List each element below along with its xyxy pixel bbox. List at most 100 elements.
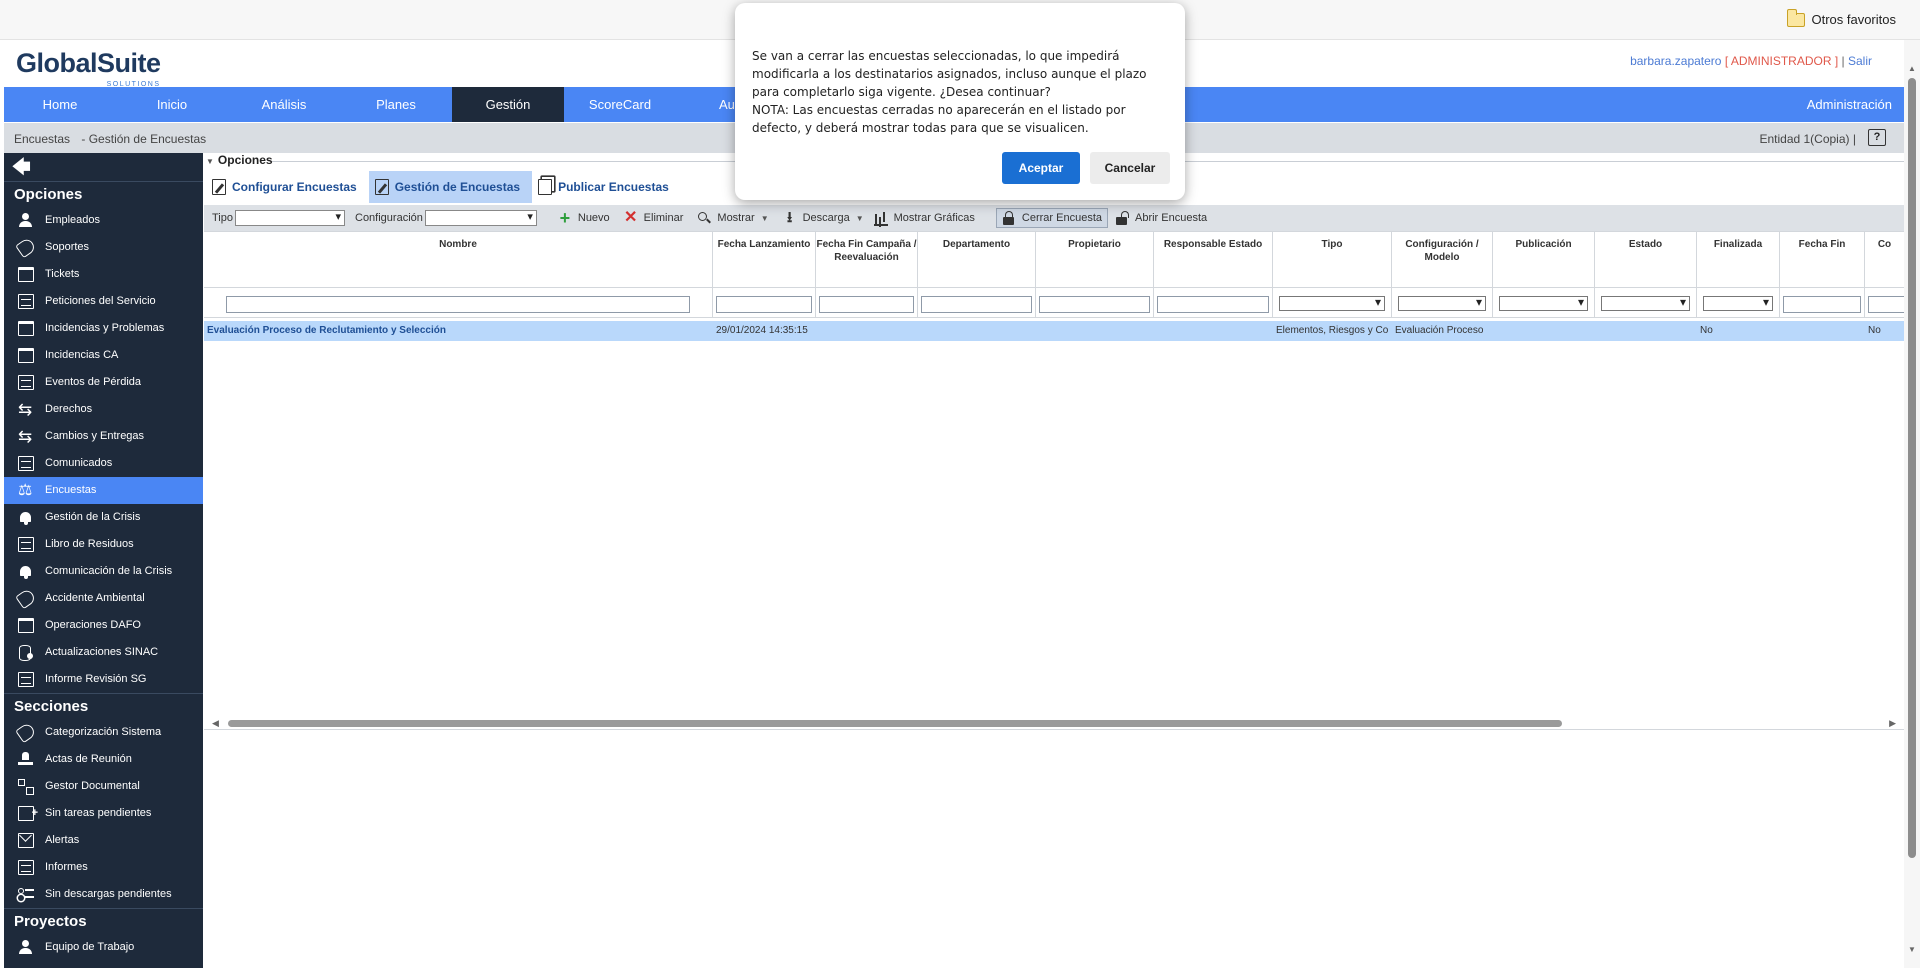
sidebar-item-informes[interactable]: Informes [4,854,203,881]
nav-home[interactable]: Home [4,87,116,122]
sidebar-item-categorizacion[interactable]: Categorización Sistema [4,719,203,746]
filter-fecha-lanzamiento-input[interactable] [716,296,812,313]
sidebar-item-empleados[interactable]: Empleados [4,207,203,234]
filter-configuracion-select[interactable] [1398,295,1486,311]
filter-fecha-fin-campana-input[interactable] [819,296,914,313]
nav-administracion[interactable]: Administración [1807,87,1892,122]
nav-gestion[interactable]: Gestión [452,87,564,122]
close-survey-button[interactable]: Cerrar Encuesta [995,208,1108,228]
filter-departamento-input[interactable] [921,296,1032,313]
download-button[interactable]: Descarga ▼ [780,208,867,228]
sidebar-item-peticiones[interactable]: Peticiones del Servicio [4,288,203,315]
column-header[interactable]: Finalizada [1697,232,1780,287]
table-row[interactable]: Evaluación Proceso de Reclutamiento y Se… [204,321,1904,341]
show-charts-button[interactable]: Mostrar Gráficas [871,208,978,228]
sidebar-item-comunicados[interactable]: Comunicados [4,450,203,477]
filter-estado-select[interactable] [1601,295,1690,311]
scroll-thumb[interactable] [1908,78,1916,858]
nav-planes[interactable]: Planes [340,87,452,122]
sidebar-item-accidente-ambiental[interactable]: Accidente Ambiental [4,585,203,612]
file-plus-icon [18,800,38,827]
new-button[interactable]: + Nuevo [555,208,613,228]
tab-gestion-encuestas[interactable]: Gestión de Encuestas [368,171,533,203]
filter-co-input[interactable] [1868,296,1908,313]
sidebar-item-gestion-crisis[interactable]: Gestión de la Crisis [4,504,203,531]
sidebar-item-descargas[interactable]: Sin descargas pendientes [4,881,203,908]
cancel-button[interactable]: Cancelar [1090,152,1170,184]
filter-publicacion-select[interactable] [1499,295,1588,311]
sidebar-item-equipo-trabajo[interactable]: Equipo de Trabajo [4,934,203,961]
nav-scorecard[interactable]: ScoreCard [564,87,676,122]
column-header[interactable]: Fecha Lanzamiento [713,232,816,287]
horizontal-scrollbar[interactable]: ◀ ▶ [204,716,1904,730]
logout-link[interactable]: Salir [1848,54,1872,68]
tipo-select[interactable] [235,210,345,226]
back-arrow-icon[interactable]: 🡄 [4,153,203,181]
sidebar-item-encuestas[interactable]: Encuestas [4,477,203,504]
accept-button[interactable]: Aceptar [1002,152,1080,184]
scroll-left-icon[interactable]: ◀ [212,718,219,729]
sidebar-item-derechos[interactable]: Derechos [4,396,203,423]
column-header[interactable]: Estado [1595,232,1697,287]
scroll-thumb[interactable] [228,720,1562,727]
nav-inicio[interactable]: Inicio [116,87,228,122]
column-header[interactable]: Nombre [204,232,713,287]
sidebar-item-gestor-documental[interactable]: Gestor Documental [4,773,203,800]
vertical-scrollbar[interactable]: ▲ ▼ [1904,40,1920,968]
sidebar-item-informe-revision[interactable]: Informe Revisión SG [4,666,203,693]
help-icon[interactable]: ? [1868,129,1886,146]
entity-selector[interactable]: Entidad 1(Copia) | [1759,132,1856,146]
sidebar-item-eventos-perdida[interactable]: Eventos de Pérdida [4,369,203,396]
favorites-folder[interactable]: Otros favoritos [1786,8,1896,27]
configuracion-select[interactable] [424,210,537,226]
tab-configurar-encuestas[interactable]: Configurar Encuestas [206,171,369,203]
breadcrumb-item[interactable]: Encuestas [14,132,70,146]
mail-icon [18,833,34,848]
options-group-title[interactable]: ▼ Opciones [206,153,273,167]
sidebar-item-comunicacion-crisis[interactable]: Comunicación de la Crisis [4,558,203,585]
column-header[interactable]: Configuración / Modelo [1392,232,1493,287]
column-header[interactable]: Departamento [918,232,1036,287]
tab-label: Gestión de Encuestas [394,180,521,194]
column-header[interactable]: Propietario [1036,232,1154,287]
scroll-right-icon[interactable]: ▶ [1889,718,1896,729]
logo[interactable]: GlobalSuite SOLUTIONS [16,48,161,88]
sidebar-item-actas[interactable]: Actas de Reunión [4,746,203,773]
column-header[interactable]: Responsable Estado [1154,232,1273,287]
filter-nombre-input[interactable] [226,296,690,313]
filter-finalizada-select[interactable] [1703,295,1773,311]
nav-analisis[interactable]: Análisis [228,87,340,122]
delete-button[interactable]: ✕ Eliminar [621,208,687,228]
column-header[interactable]: Fecha Fin Campaña / Reevaluación [816,232,918,287]
column-header[interactable]: Fecha Fin [1780,232,1865,287]
sidebar-item-libro-residuos[interactable]: Libro de Residuos [4,531,203,558]
chevron-down-icon: ▼ [760,213,769,223]
sidebar-item-alertas[interactable]: Alertas [4,827,203,854]
scroll-down-icon[interactable]: ▼ [1908,945,1916,954]
row-nombre-link[interactable]: Evaluación Proceso de Reclutamiento y Se… [204,321,713,341]
open-survey-button[interactable]: Abrir Encuesta [1112,208,1210,228]
sidebar-item-actualizaciones-sinac[interactable]: Actualizaciones SINAC [4,639,203,666]
sidebar-item-incidencias-ca[interactable]: Incidencias CA [4,342,203,369]
filter-responsable-input[interactable] [1157,296,1269,313]
column-header[interactable]: Tipo [1273,232,1392,287]
filter-cell [918,288,1036,317]
row-fecha-lanzamiento: 29/01/2024 14:35:15 [716,325,808,336]
sidebar-item-operaciones-dafo[interactable]: Operaciones DAFO [4,612,203,639]
sidebar-item-incidencias-problemas[interactable]: Incidencias y Problemas [4,315,203,342]
username-link[interactable]: barbara.zapatero [1630,54,1721,68]
column-header[interactable]: Publicación [1493,232,1595,287]
sidebar-item-tareas[interactable]: Sin tareas pendientes [4,800,203,827]
filter-fecha-fin-input[interactable] [1783,296,1861,313]
sidebar-item-soportes[interactable]: Soportes [4,234,203,261]
column-header[interactable]: Co [1865,232,1904,287]
show-button[interactable]: Mostrar ▼ [694,208,771,228]
sidebar-item-cambios-entregas[interactable]: Cambios y Entregas [4,423,203,450]
sidebar-item-tickets[interactable]: Tickets [4,261,203,288]
sidebar-item-label: Informe Revisión SG [45,673,147,685]
show-label: Mostrar [717,212,755,224]
filter-tipo-select[interactable] [1279,295,1385,311]
scroll-up-icon[interactable]: ▲ [1908,64,1916,73]
tab-publicar-encuestas[interactable]: Publicar Encuestas [532,171,681,203]
filter-propietario-input[interactable] [1039,296,1150,313]
